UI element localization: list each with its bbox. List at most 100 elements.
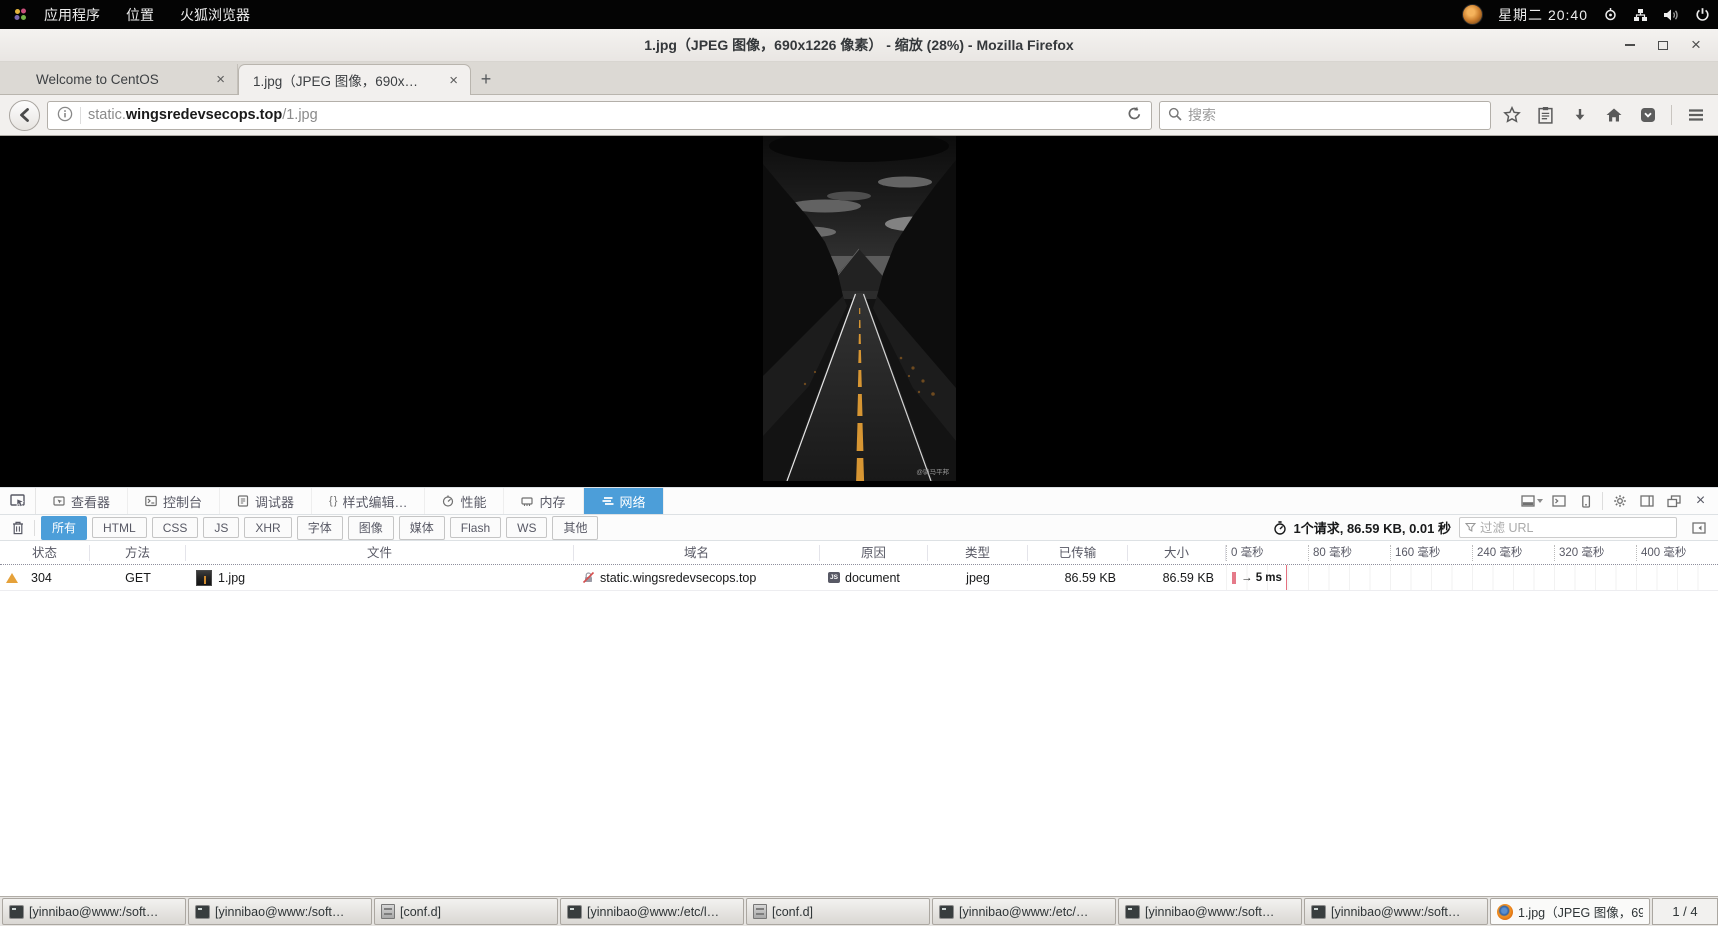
dock-side-icon[interactable]	[1518, 488, 1545, 514]
taskbar-item-terminal[interactable]: [yinnibao@www:/soft…	[1118, 898, 1302, 925]
filter-css[interactable]: CSS	[151, 517, 199, 538]
applications-menu[interactable]: 应用程序	[31, 0, 113, 29]
places-menu[interactable]: 位置	[113, 0, 167, 29]
filter-fonts[interactable]: 字体	[296, 515, 343, 540]
filter-media[interactable]: 媒体	[398, 515, 445, 540]
timeline-tick: 160 毫秒	[1390, 544, 1472, 561]
separate-window-icon[interactable]	[1660, 488, 1687, 514]
sidebar-toggle-icon[interactable]	[1633, 488, 1660, 514]
filter-html[interactable]: HTML	[92, 517, 147, 538]
taskbar-item-filemanager[interactable]: [conf.d]	[746, 898, 930, 925]
taskbar-item-terminal[interactable]: [yinnibao@www:/soft…	[1304, 898, 1488, 925]
devtools-tab-style-editor[interactable]: { } 样式编辑…	[312, 488, 426, 514]
devtools-tab-console[interactable]: 控制台	[128, 488, 221, 514]
cell-type: jpeg	[966, 570, 990, 585]
close-button[interactable]: ×	[1688, 36, 1704, 53]
column-status[interactable]: 状态	[0, 544, 90, 561]
clear-requests-icon[interactable]	[5, 521, 31, 535]
tab-1jpg[interactable]: 1.jpg（JPEG 图像，690x… ×	[238, 64, 471, 95]
taskbar-item-firefox[interactable]: 1.jpg（JPEG 图像，69…	[1490, 898, 1650, 925]
timeline-tick: 80 毫秒	[1308, 544, 1390, 561]
filter-all[interactable]: 所有	[41, 515, 88, 540]
devtools-tab-memory[interactable]: 内存	[504, 488, 584, 514]
taskbar-item-terminal[interactable]: [yinnibao@www:/etc/…	[932, 898, 1116, 925]
terminal-icon	[195, 904, 210, 919]
site-info-icon[interactable]	[57, 106, 73, 125]
maximize-button[interactable]	[1655, 37, 1671, 53]
bookmark-star-icon[interactable]	[1498, 100, 1525, 131]
pick-element-icon[interactable]	[0, 488, 36, 514]
split-console-icon[interactable]	[1545, 488, 1572, 514]
devtools-tab-inspector[interactable]: 查看器	[36, 488, 129, 514]
devtools-tab-network[interactable]: 网络	[583, 488, 664, 514]
power-icon[interactable]	[1695, 7, 1710, 22]
back-button[interactable]	[9, 99, 40, 131]
filter-ws[interactable]: WS	[506, 517, 548, 538]
url-text[interactable]: static.wingsredevsecops.top/1.jpg	[88, 107, 318, 123]
terminal-icon	[1311, 904, 1326, 919]
cell-transferred: 86.59 KB	[1064, 570, 1116, 585]
devtools-tab-debugger[interactable]: 调试器	[220, 488, 313, 514]
terminal-icon	[1125, 904, 1140, 919]
road-photo-image[interactable]: @骑马平邦	[762, 136, 956, 481]
url-bar[interactable]: static.wingsredevsecops.top/1.jpg	[47, 100, 1152, 130]
network-icon[interactable]	[1633, 8, 1648, 22]
taskbar-item-filemanager[interactable]: [conf.d]	[374, 898, 558, 925]
download-icon[interactable]	[1566, 100, 1593, 131]
image-viewer-canvas: @骑马平邦	[0, 136, 1718, 487]
taskbar-item-terminal[interactable]: [yinnibao@www:/soft…	[2, 898, 186, 925]
network-filter-bar: 所有 HTML CSS JS XHR 字体 图像 媒体 Flash WS 其他 …	[0, 515, 1718, 541]
column-domain[interactable]: 域名	[574, 544, 820, 561]
filter-url-input[interactable]	[1480, 520, 1671, 535]
toggle-details-pane-icon[interactable]	[1685, 521, 1713, 534]
app-indicator-icon[interactable]	[1462, 4, 1484, 25]
devtools-tab-performance[interactable]: 性能	[425, 488, 505, 514]
location-icon[interactable]	[1603, 7, 1618, 22]
tab-close-icon[interactable]: ×	[214, 71, 227, 88]
applications-menu-icon	[12, 6, 29, 23]
column-transferred[interactable]: 已传输	[1028, 544, 1128, 561]
new-tab-button[interactable]: +	[471, 64, 501, 94]
home-icon[interactable]	[1600, 100, 1627, 131]
taskbar-item-terminal[interactable]: [yinnibao@www:/etc/l…	[560, 898, 744, 925]
column-size[interactable]: 大小	[1128, 544, 1226, 561]
network-table-header: 状态 方法 文件 域名 原因 类型 已传输 大小 0 毫秒 80 毫秒 160 …	[0, 541, 1718, 565]
timeline-tick: 0 毫秒	[1226, 544, 1308, 561]
settings-gear-icon[interactable]	[1606, 488, 1633, 514]
column-method[interactable]: 方法	[90, 544, 186, 561]
request-row[interactable]: 304 GET 1.jpg static.wingsredevsecops.to…	[0, 565, 1718, 591]
search-bar[interactable]	[1159, 100, 1491, 130]
filter-url-box[interactable]	[1459, 517, 1677, 538]
reload-icon[interactable]	[1127, 106, 1142, 124]
tab-bar: Welcome to CentOS × 1.jpg（JPEG 图像，690x… …	[0, 62, 1718, 95]
filter-flash[interactable]: Flash	[449, 517, 502, 538]
tab-welcome-centos[interactable]: Welcome to CentOS ×	[22, 64, 238, 94]
insecure-lock-icon	[582, 571, 595, 584]
tab-close-icon[interactable]: ×	[447, 72, 460, 89]
volume-icon[interactable]	[1663, 8, 1680, 22]
clock[interactable]: 星期二 20:40	[1498, 5, 1588, 25]
column-file[interactable]: 文件	[186, 544, 574, 561]
devtools-close-icon[interactable]: ×	[1687, 488, 1714, 514]
cell-domain: static.wingsredevsecops.top	[574, 565, 820, 590]
workspace-switcher[interactable]: 1 / 4	[1652, 898, 1718, 925]
window-title: 1.jpg（JPEG 图像，690x1226 像素） - 缩放 (28%) - …	[644, 37, 1074, 53]
cell-file: 1.jpg	[186, 565, 574, 590]
search-input[interactable]	[1188, 107, 1482, 123]
network-table-empty-area	[0, 591, 1718, 896]
column-cause[interactable]: 原因	[820, 544, 928, 561]
filter-other[interactable]: 其他	[552, 515, 599, 540]
pocket-icon[interactable]	[1634, 100, 1661, 131]
reading-list-icon[interactable]	[1532, 100, 1559, 131]
responsive-mode-icon[interactable]	[1572, 488, 1599, 514]
window-title-bar: 1.jpg（JPEG 图像，690x1226 像素） - 缩放 (28%) - …	[0, 29, 1718, 62]
filter-xhr[interactable]: XHR	[244, 517, 292, 538]
menu-hamburger-icon[interactable]	[1682, 100, 1709, 131]
taskbar-item-terminal[interactable]: [yinnibao@www:/soft…	[188, 898, 372, 925]
minimize-button[interactable]	[1622, 37, 1638, 53]
performance-gauge-icon	[1274, 520, 1287, 535]
firefox-menu[interactable]: 火狐浏览器	[167, 0, 263, 29]
filter-images[interactable]: 图像	[347, 515, 394, 540]
column-type[interactable]: 类型	[928, 544, 1028, 561]
filter-js[interactable]: JS	[203, 517, 240, 538]
